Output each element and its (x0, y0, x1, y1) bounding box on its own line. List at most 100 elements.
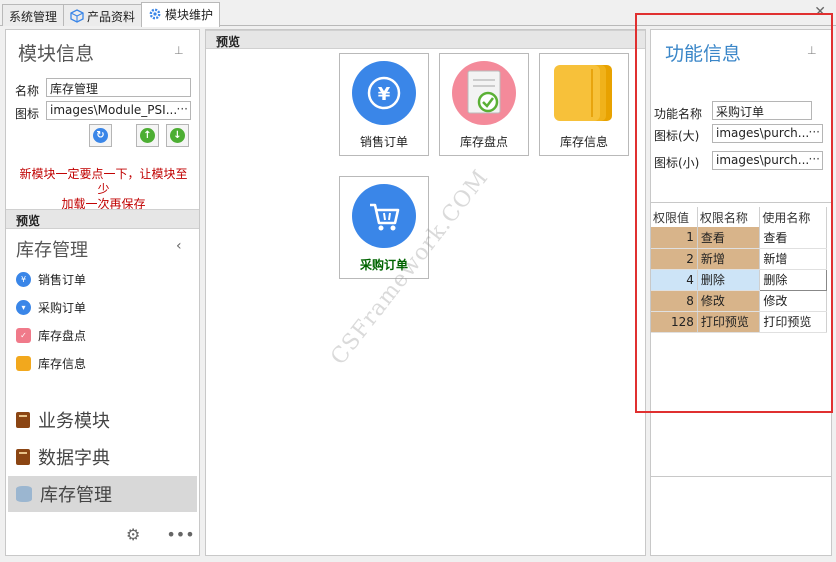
use-name-cell-editing[interactable]: 删除 (759, 268, 827, 291)
book-icon (16, 449, 30, 465)
preview-panel: 预览 ¥ 销售订单 库存盘点 库存信息 采购订单 (205, 29, 646, 556)
nav-item-label: 库存信息 (38, 356, 87, 371)
clipboard-icon: ✓ (16, 327, 31, 343)
module-label: 业务模块 (38, 411, 110, 432)
move-down-button[interactable]: ↓ (166, 124, 189, 147)
nav-item-label: 销售订单 (38, 272, 87, 287)
nav-item-sales-order[interactable]: ¥ 销售订单 (16, 269, 86, 289)
module-inventory[interactable]: 库存管理 (8, 476, 197, 512)
tab-product-data[interactable]: 产品资料 (63, 4, 143, 26)
permission-value-cell[interactable]: 128 (651, 311, 698, 333)
function-name-label: 功能名称 (654, 107, 703, 121)
use-name-cell[interactable]: 新增 (759, 248, 827, 270)
tile-sales-order[interactable]: ¥ 销售订单 (339, 53, 429, 156)
icon-path-field[interactable]: images\Module_PSI... ··· (46, 101, 191, 120)
pin-icon[interactable]: ⊥ (174, 44, 184, 57)
tab-bar: 系统管理 产品资料 模块维护 ✕ (0, 0, 836, 27)
arrow-up-icon: ↑ (140, 128, 155, 143)
preview-section-header: 预览 (6, 209, 199, 229)
preview-header: 预览 (206, 30, 645, 49)
icon-small-value: images\purch... (716, 153, 810, 167)
divider (651, 476, 831, 477)
nav-item-purchase-order[interactable]: ▾ 采购订单 (16, 297, 86, 317)
permission-name-cell[interactable]: 打印预览 (697, 311, 761, 333)
nav-group-title: 库存管理 (16, 240, 88, 261)
clipboard-check-icon (452, 61, 516, 125)
warning-line: 新模块一定要点一下，让模块至少 (19, 167, 188, 196)
table-row[interactable]: 128 打印预览 打印预览 (651, 311, 827, 333)
module-dictionary[interactable]: 数据字典 (8, 439, 197, 475)
nav-item-label: 采购订单 (38, 300, 87, 315)
tile-inventory-info[interactable]: 库存信息 (539, 53, 629, 156)
column-header[interactable]: 使用名称 (759, 207, 827, 227)
module-info-panel: 模块信息 ⊥ 名称 库存管理 图标 images\Module_PSI... ·… (5, 29, 200, 556)
tile-label: 库存信息 (559, 135, 608, 149)
permission-value-cell[interactable]: 4 (651, 269, 698, 291)
tab-label: 系统管理 (9, 10, 58, 24)
tile-label: 销售订单 (359, 135, 408, 149)
use-name-cell[interactable]: 查看 (759, 227, 827, 249)
icon-small-label: 图标(小) (654, 156, 700, 170)
grid-header-row: 权限值 权限名称 使用名称 (651, 207, 827, 227)
tab-system-management[interactable]: 系统管理 (2, 4, 65, 26)
function-name-field[interactable]: 采购订单 (712, 101, 812, 120)
use-name-cell[interactable]: 打印预览 (759, 311, 827, 333)
close-icon[interactable]: ✕ (814, 4, 826, 20)
permission-name-cell[interactable]: 修改 (697, 290, 761, 312)
tab-label: 模块维护 (165, 8, 214, 22)
table-row[interactable]: 2 新增 新增 (651, 248, 827, 270)
pin-icon[interactable]: ⊥ (807, 44, 817, 57)
refresh-button[interactable]: ↻ (89, 124, 112, 147)
name-label: 名称 (15, 84, 40, 98)
divider (651, 202, 831, 203)
folders-icon (552, 61, 616, 125)
icon-large-value: images\purch... (716, 126, 810, 140)
permission-name-cell[interactable]: 删除 (697, 269, 761, 291)
cart-icon: ▾ (16, 299, 31, 315)
permission-grid: 权限值 权限名称 使用名称 1 查看 查看 2 新增 新增 4 删除 删除 8 … (651, 207, 827, 333)
nav-item-stocktake[interactable]: ✓ 库存盘点 (16, 325, 86, 345)
settings-icon[interactable]: ⚙ (126, 525, 140, 544)
permission-name-cell[interactable]: 新增 (697, 248, 761, 270)
yen-icon: ¥ (352, 61, 416, 125)
name-field[interactable]: 库存管理 (46, 78, 191, 97)
table-row[interactable]: 8 修改 修改 (651, 290, 827, 312)
bottom-toolbar: ⚙ ••• (126, 525, 195, 544)
move-up-button[interactable]: ↑ (136, 124, 159, 147)
icon-large-label: 图标(大) (654, 129, 700, 143)
panel-title: 模块信息 (18, 43, 95, 65)
permission-value-cell[interactable]: 8 (651, 290, 698, 312)
table-row[interactable]: 4 删除 删除 (651, 268, 827, 291)
icon-label: 图标 (15, 107, 40, 121)
browse-icon[interactable]: ··· (809, 152, 820, 166)
cart-icon (352, 184, 416, 248)
icon-path-value: images\Module_PSI... (50, 103, 178, 117)
table-row[interactable]: 1 查看 查看 (651, 227, 827, 249)
permission-name-cell[interactable]: 查看 (697, 227, 761, 249)
permission-value-cell[interactable]: 2 (651, 248, 698, 270)
icon-small-field[interactable]: images\purch... ··· (712, 151, 823, 170)
module-label: 数据字典 (38, 448, 110, 469)
module-business[interactable]: 业务模块 (8, 402, 197, 438)
book-icon (16, 412, 30, 428)
browse-icon[interactable]: ··· (809, 125, 820, 139)
name-value: 库存管理 (50, 82, 99, 96)
more-icon[interactable]: ••• (166, 525, 194, 544)
cube-icon (70, 9, 84, 23)
function-name-value: 采购订单 (716, 105, 765, 119)
icon-large-field[interactable]: images\purch... ··· (712, 124, 823, 143)
nav-item-inventory-info[interactable]: 库存信息 (16, 353, 86, 373)
browse-icon[interactable]: ··· (177, 102, 188, 116)
tab-module-maintenance[interactable]: 模块维护 (141, 2, 221, 27)
use-name-cell[interactable]: 修改 (759, 290, 827, 312)
column-header[interactable]: 权限值 (651, 207, 698, 227)
column-header[interactable]: 权限名称 (697, 207, 761, 227)
panel-title: 功能信息 (665, 43, 742, 65)
function-info-panel: 功能信息 ⊥ 功能名称 采购订单 图标(大) images\purch... ·… (650, 29, 832, 556)
warning-text: 新模块一定要点一下，让模块至少 加载一次再保存 (6, 167, 201, 212)
chevron-left-icon[interactable]: ‹ (176, 238, 182, 254)
permission-value-cell[interactable]: 1 (651, 227, 698, 249)
gear-icon (148, 7, 162, 21)
module-label: 库存管理 (40, 485, 112, 506)
tile-stocktake[interactable]: 库存盘点 (439, 53, 529, 156)
